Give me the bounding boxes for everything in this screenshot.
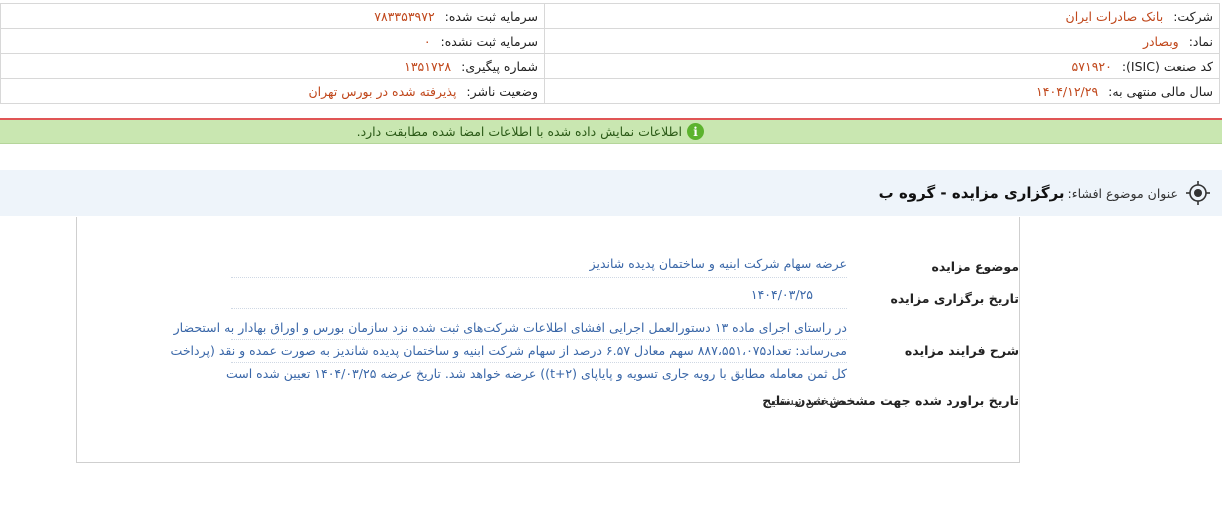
process-line: کل ثمن معامله مطابق با رویه جاری تسویه و… <box>225 366 847 381</box>
process-line: می‌رساند: تعداد۸۸۷،۵۵۱،۰۷۵ سهم معادل ۶.۵… <box>171 340 847 363</box>
tracking-label: شماره پیگیری: <box>461 58 538 74</box>
verification-alert: i اطلاعات نمایش داده شده با اطلاعات امضا… <box>0 118 1222 144</box>
subject-label: عنوان موضوع افشاء: <box>1067 185 1178 201</box>
publisher-status-label: وضعیت ناشر: <box>466 83 538 99</box>
details-panel: موضوع مزایده عرضه سهام شرکت ابنیه و ساخت… <box>76 217 1020 463</box>
company-value: بانک صادرات ایران <box>1065 8 1164 24</box>
info-row: سال مالی منتهی به: ۱۴۰۴/۱۲/۲۹ وضعیت ناشر… <box>0 78 1220 104</box>
topic-value: عرضه سهام شرکت ابنیه و ساختمان پدیده شان… <box>231 253 847 278</box>
estimate-value: مشخص نیست <box>771 393 847 408</box>
info-row: شرکت: بانک صادرات ایران سرمایه ثبت شده: … <box>0 3 1220 29</box>
info-row: کد صنعت (ISIC): ۵۷۱۹۲۰ شماره پیگیری: ۱۳۵… <box>0 53 1220 79</box>
company-info-table: شرکت: بانک صادرات ایران سرمایه ثبت شده: … <box>0 3 1220 104</box>
date-value: ۱۴۰۴/۰۳/۲۵ <box>231 283 847 309</box>
unregistered-capital-cell: سرمایه ثبت نشده: ۰ <box>0 28 545 54</box>
process-label: شرح فرایند مزایده <box>904 343 1019 358</box>
symbol-label: نماد: <box>1188 33 1213 49</box>
info-row: نماد: وبصادر سرمایه ثبت نشده: ۰ <box>0 28 1220 54</box>
publisher-status-value: پذیرفته شده در بورس تهران <box>308 83 457 99</box>
isic-label: کد صنعت (ISIC): <box>1121 58 1213 74</box>
date-row: تاریخ برگزاری مزایده ۱۴۰۴/۰۳/۲۵ <box>231 283 1019 309</box>
process-line: در راستای اجرای ماده ۱۳ دستورالعمل اجرای… <box>174 317 847 340</box>
symbol-value: وبصادر <box>1142 33 1179 49</box>
topic-label: موضوع مزایده <box>931 259 1019 274</box>
tracking-cell: شماره پیگیری: ۱۳۵۱۷۲۸ <box>0 53 545 79</box>
company-cell: شرکت: بانک صادرات ایران <box>544 3 1220 29</box>
registered-capital-value: ۷۸۳۳۵۳۹۷۲ <box>374 8 435 24</box>
registered-capital-cell: سرمایه ثبت شده: ۷۸۳۳۵۳۹۷۲ <box>0 3 545 29</box>
unregistered-capital-label: سرمایه ثبت نشده: <box>440 33 538 49</box>
isic-value: ۵۷۱۹۲۰ <box>1071 58 1112 74</box>
info-icon: i <box>687 123 704 140</box>
fiscal-year-label: سال مالی منتهی به: <box>1108 83 1213 99</box>
unregistered-capital-value: ۰ <box>423 33 431 49</box>
topic-row: موضوع مزایده عرضه سهام شرکت ابنیه و ساخت… <box>231 253 1019 278</box>
company-label: شرکت: <box>1173 8 1213 24</box>
subject-title: برگزاری مزایده - گروه ب <box>878 184 1065 202</box>
estimate-row: تاریخ براورد شده جهت مشخص شدن نتایج مشخص… <box>762 393 1019 408</box>
alert-text: اطلاعات نمایش داده شده با اطلاعات امضا ش… <box>356 124 682 139</box>
process-row: شرح فرایند مزایده در راستای اجرای ماده ۱… <box>171 317 1019 385</box>
isic-cell: کد صنعت (ISIC): ۵۷۱۹۲۰ <box>544 53 1220 79</box>
target-icon <box>1186 181 1210 205</box>
symbol-cell: نماد: وبصادر <box>544 28 1220 54</box>
publisher-status-cell: وضعیت ناشر: پذیرفته شده در بورس تهران <box>0 78 545 104</box>
registered-capital-label: سرمایه ثبت شده: <box>444 8 538 24</box>
fiscal-year-cell: سال مالی منتهی به: ۱۴۰۴/۱۲/۲۹ <box>544 78 1220 104</box>
tracking-value: ۱۳۵۱۷۲۸ <box>404 58 452 74</box>
process-value: در راستای اجرای ماده ۱۳ دستورالعمل اجرای… <box>171 317 847 385</box>
date-label: تاریخ برگزاری مزایده <box>890 291 1019 306</box>
fiscal-year-value: ۱۴۰۴/۱۲/۲۹ <box>1036 83 1099 99</box>
subject-bar: عنوان موضوع افشاء: برگزاری مزایده - گروه… <box>0 170 1222 216</box>
